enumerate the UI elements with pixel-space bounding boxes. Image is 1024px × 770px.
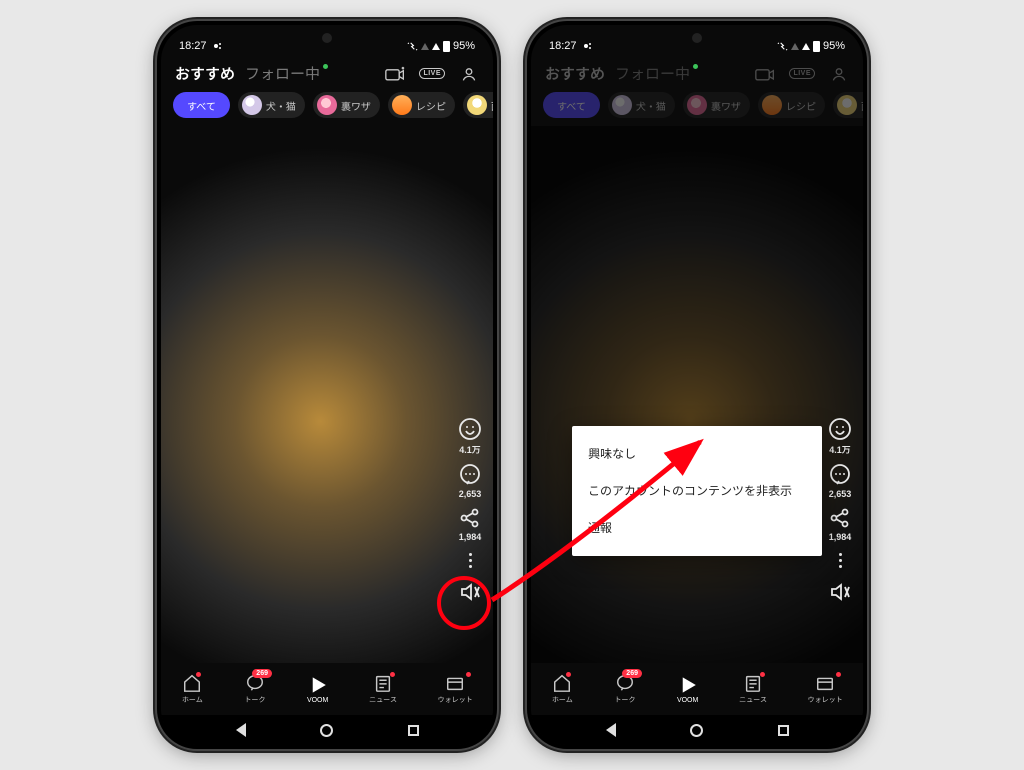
nav-wallet[interactable]: ウォレット	[808, 673, 843, 705]
like-button[interactable]	[827, 416, 853, 442]
video-feed[interactable]: 興味なし このアカウントのコンテンツを非表示 通報 4.1万 2,653 1,9…	[531, 126, 863, 663]
category-row[interactable]: すべて 犬・猫 裏ワザ レシピ 面	[161, 88, 493, 126]
popup-not-interested[interactable]: 興味なし	[572, 436, 822, 473]
more-options-button[interactable]	[469, 548, 472, 573]
category-pill[interactable]: 裏ワザ	[313, 92, 380, 118]
comment-button[interactable]	[457, 462, 483, 488]
popup-hide-account[interactable]: このアカウントのコンテンツを非表示	[572, 473, 822, 510]
tab-following[interactable]: フォロー中	[615, 63, 690, 84]
bottom-nav: ホーム 269トーク VOOM ニュース ウォレット	[531, 663, 863, 715]
profile-icon[interactable]	[459, 66, 479, 82]
phone-frame-left: 18:27 95% おすすめ フォロー中 LIVE すべて 犬・猫 裏ワザ レシ…	[157, 21, 497, 749]
feed-header: おすすめ フォロー中 LIVE	[161, 57, 493, 88]
status-time: 18:27	[549, 40, 577, 52]
android-nav-bar	[161, 715, 493, 745]
android-nav-bar	[531, 715, 863, 745]
comment-button[interactable]	[827, 462, 853, 488]
signal-icon	[432, 43, 440, 50]
category-pill[interactable]: 裏ワザ	[683, 92, 750, 118]
signal-icon	[421, 43, 429, 50]
category-pill-all[interactable]: すべて	[173, 92, 230, 118]
nav-wallet[interactable]: ウォレット	[438, 673, 473, 705]
avatar-icon	[242, 95, 262, 115]
vibrate-icon	[777, 41, 788, 52]
category-pill[interactable]: レシピ	[758, 92, 825, 118]
share-button[interactable]	[827, 505, 853, 531]
tab-recommended[interactable]: おすすめ	[545, 63, 605, 84]
back-button[interactable]	[606, 723, 616, 737]
recents-button[interactable]	[778, 725, 789, 736]
category-pill[interactable]: 犬・猫	[238, 92, 305, 118]
camera-plus-icon[interactable]	[385, 66, 405, 82]
like-count: 4.1万	[829, 443, 851, 456]
category-pill[interactable]: 面	[833, 92, 863, 118]
battery-pct: 95%	[823, 40, 845, 52]
like-count: 4.1万	[459, 443, 481, 456]
screen: 18:27 95% おすすめ フォロー中 LIVE すべて 犬・猫 裏ワザ レシ…	[531, 25, 863, 745]
like-button[interactable]	[457, 416, 483, 442]
more-options-button[interactable]	[839, 548, 842, 573]
home-button[interactable]	[690, 724, 703, 737]
battery-icon	[443, 41, 450, 52]
avatar-icon	[392, 95, 412, 115]
nav-talk[interactable]: 269トーク	[244, 673, 266, 705]
share-button[interactable]	[457, 505, 483, 531]
category-pill[interactable]: 犬・猫	[608, 92, 675, 118]
signal-icon	[802, 43, 810, 50]
share-count: 1,984	[829, 532, 852, 542]
nav-news[interactable]: ニュース	[369, 673, 397, 705]
cast-icon	[583, 41, 593, 51]
status-time: 18:27	[179, 40, 207, 52]
cast-icon	[213, 41, 223, 51]
live-button[interactable]: LIVE	[789, 68, 815, 79]
nav-voom[interactable]: VOOM	[677, 675, 699, 704]
recents-button[interactable]	[408, 725, 419, 736]
status-bar: 18:27 95%	[531, 35, 863, 57]
screen: 18:27 95% おすすめ フォロー中 LIVE すべて 犬・猫 裏ワザ レシ…	[161, 25, 493, 745]
feed-header: おすすめ フォロー中 LIVE	[531, 57, 863, 88]
category-pill-all[interactable]: すべて	[543, 92, 600, 118]
avatar-icon	[467, 95, 487, 115]
comment-count: 2,653	[459, 489, 482, 499]
category-pill[interactable]: 面	[463, 92, 493, 118]
mute-button[interactable]	[457, 579, 483, 605]
back-button[interactable]	[236, 723, 246, 737]
home-button[interactable]	[320, 724, 333, 737]
status-bar: 18:27 95%	[161, 35, 493, 57]
share-count: 1,984	[459, 532, 482, 542]
battery-pct: 95%	[453, 40, 475, 52]
category-row: すべて 犬・猫 裏ワザ レシピ 面	[531, 88, 863, 126]
comment-count: 2,653	[829, 489, 852, 499]
live-button[interactable]: LIVE	[419, 68, 445, 79]
engagement-column: 4.1万 2,653 1,984	[827, 416, 853, 605]
options-popup: 興味なし このアカウントのコンテンツを非表示 通報	[572, 426, 822, 556]
bottom-nav: ホーム 269トーク VOOM ニュース ウォレット	[161, 663, 493, 715]
tab-following[interactable]: フォロー中	[245, 63, 320, 84]
battery-icon	[813, 41, 820, 52]
camera-plus-icon[interactable]	[755, 66, 775, 82]
engagement-column: 4.1万 2,653 1,984	[457, 416, 483, 605]
mute-button[interactable]	[827, 579, 853, 605]
video-feed[interactable]: 4.1万 2,653 1,984	[161, 126, 493, 663]
category-pill[interactable]: レシピ	[388, 92, 455, 118]
dim-overlay[interactable]	[531, 126, 863, 663]
nav-home[interactable]: ホーム	[181, 673, 203, 705]
vibrate-icon	[407, 41, 418, 52]
nav-voom[interactable]: VOOM	[307, 675, 329, 704]
avatar-icon	[317, 95, 337, 115]
signal-icon	[791, 43, 799, 50]
tab-recommended[interactable]: おすすめ	[175, 63, 235, 84]
popup-report[interactable]: 通報	[572, 510, 822, 547]
phone-frame-right: 18:27 95% おすすめ フォロー中 LIVE すべて 犬・猫 裏ワザ レシ…	[527, 21, 867, 749]
nav-home[interactable]: ホーム	[551, 673, 573, 705]
nav-news[interactable]: ニュース	[739, 673, 767, 705]
profile-icon[interactable]	[829, 66, 849, 82]
nav-talk[interactable]: 269トーク	[614, 673, 636, 705]
